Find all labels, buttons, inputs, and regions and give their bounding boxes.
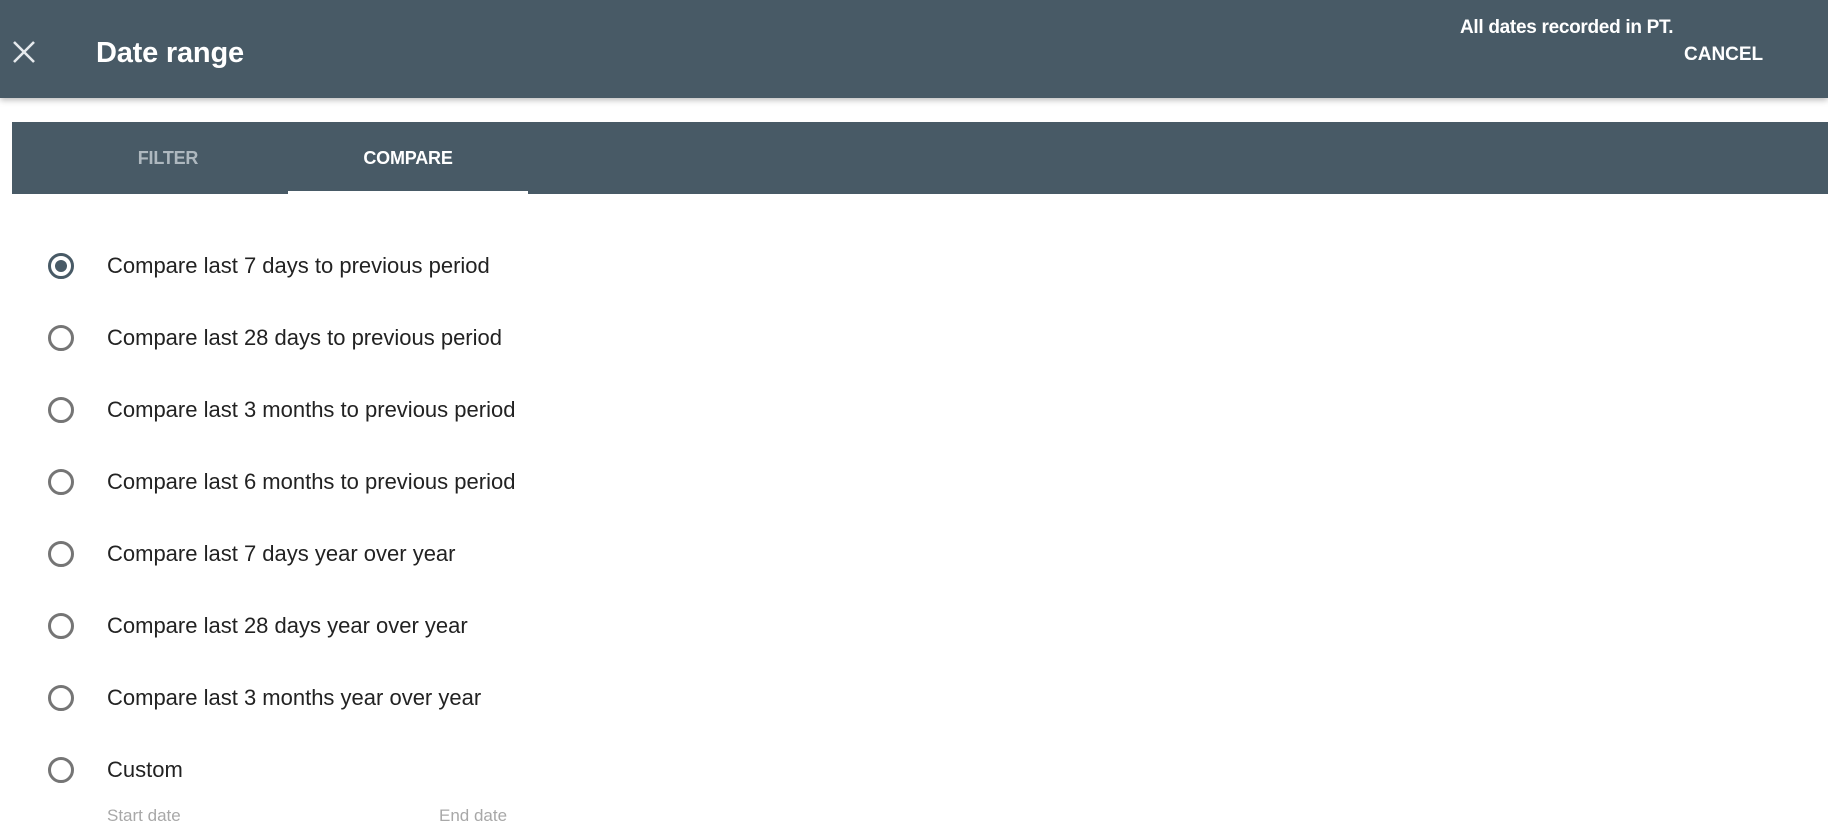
timezone-note: All dates recorded in PT. (1460, 17, 1674, 38)
option-label: Compare last 7 days year over year (107, 541, 456, 566)
dialog-title: Date range (96, 37, 244, 69)
option-custom[interactable]: Custom (48, 750, 183, 790)
option-last-7-days-year-over-year[interactable]: Compare last 7 days year over year (48, 534, 456, 574)
radio-button[interactable] (48, 541, 74, 567)
tab-bar: FILTER COMPARE (12, 122, 1828, 194)
dialog-header: Date range All dates recorded in PT. CAN… (0, 0, 1828, 98)
tab-filter[interactable]: FILTER (12, 122, 324, 194)
option-label: Compare last 3 months to previous period (107, 397, 516, 422)
option-label: Custom (107, 757, 183, 782)
tab-compare-label: COMPARE (363, 147, 453, 168)
option-last-28-days-previous-period[interactable]: Compare last 28 days to previous period (48, 318, 502, 358)
tab-compare[interactable]: COMPARE (288, 122, 528, 194)
cancel-button[interactable]: CANCEL (1684, 42, 1763, 68)
radio-button[interactable] (48, 469, 74, 495)
radio-button[interactable] (48, 613, 74, 639)
radio-button[interactable] (48, 757, 74, 783)
option-last-3-months-previous-period[interactable]: Compare last 3 months to previous period (48, 390, 515, 430)
option-last-6-months-previous-period[interactable]: Compare last 6 months to previous period (48, 462, 515, 502)
radio-button[interactable] (48, 325, 74, 351)
option-last-7-days-previous-period[interactable]: Compare last 7 days to previous period (48, 246, 490, 286)
radio-button[interactable] (48, 397, 74, 423)
option-label: Compare last 6 months to previous period (107, 469, 516, 494)
radio-button-selected[interactable] (48, 253, 74, 279)
end-date-input[interactable]: End date (439, 805, 507, 827)
close-button[interactable] (10, 38, 38, 66)
option-label: Compare last 28 days year over year (107, 613, 468, 638)
close-icon (13, 41, 35, 63)
option-label: Compare last 28 days to previous period (107, 325, 502, 350)
radio-button[interactable] (48, 685, 74, 711)
option-last-28-days-year-over-year[interactable]: Compare last 28 days year over year (48, 606, 468, 646)
option-last-3-months-year-over-year[interactable]: Compare last 3 months year over year (48, 678, 481, 718)
option-label: Compare last 3 months year over year (107, 685, 482, 710)
active-tab-indicator (288, 191, 528, 194)
start-date-input[interactable]: Start date (107, 805, 181, 827)
option-label: Compare last 7 days to previous period (107, 253, 490, 278)
